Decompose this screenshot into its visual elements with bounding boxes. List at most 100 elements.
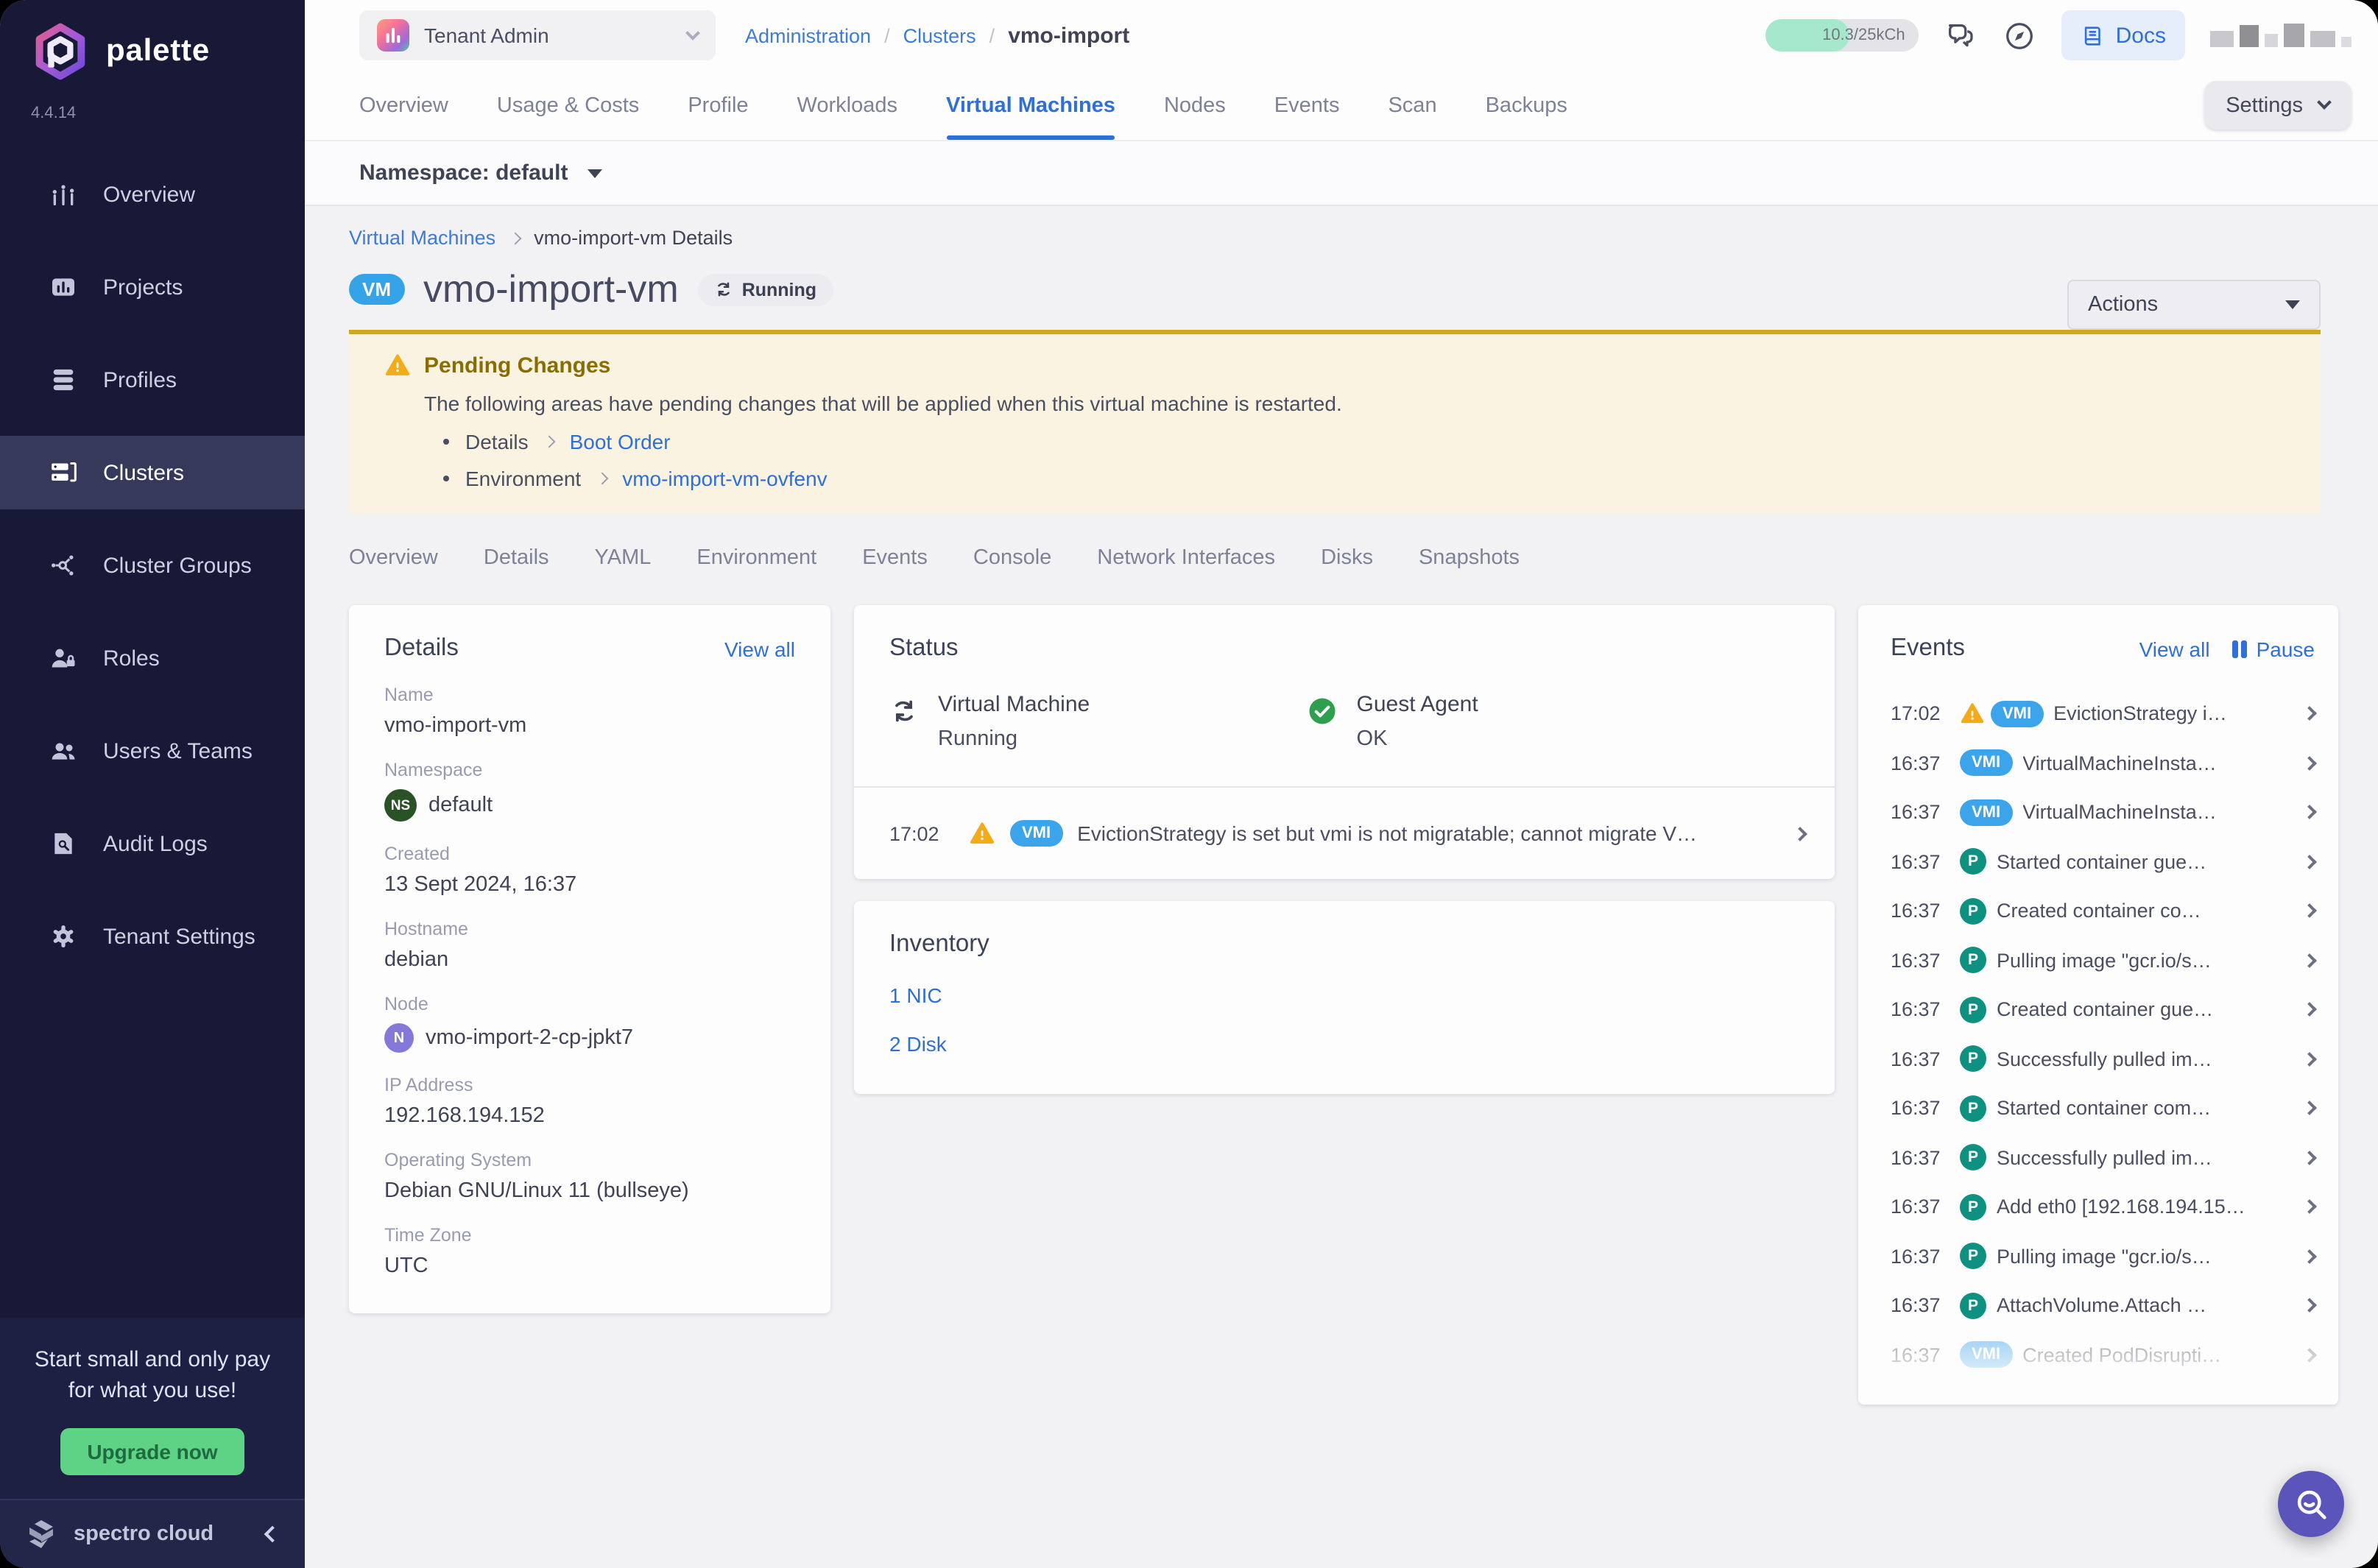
inventory-link-2-disk[interactable]: 2 Disk [889, 1032, 1799, 1056]
sidebar-item-profiles[interactable]: Profiles [0, 343, 305, 417]
detail-field-label: Namespace [384, 760, 795, 780]
palette-logo-icon [31, 22, 90, 81]
detail-field-text: vmo-import-vm [384, 714, 526, 738]
subtab-events[interactable]: Events [862, 546, 928, 570]
breadcrumb-virtual-machines-link[interactable]: Virtual Machines [349, 227, 495, 249]
subtab-snapshots[interactable]: Snapshots [1419, 546, 1520, 570]
sidebar-item-users-teams[interactable]: Users & Teams [0, 714, 305, 788]
vmi-badge: VMI [1991, 701, 2043, 727]
detail-field-namespace: Namespace NSdefault [384, 760, 795, 822]
middle-column: Status Virtual MachineRunningGuest Agent… [854, 605, 1835, 1094]
sidebar-item-tenant-settings[interactable]: Tenant Settings [0, 900, 305, 973]
settings-button[interactable]: Settings [2204, 81, 2351, 130]
event-row[interactable]: 16:37PSuccessfully pulled im… [1891, 1034, 2315, 1084]
events-pause-label: Pause [2257, 637, 2315, 660]
sidebar-item-projects[interactable]: Projects [0, 250, 305, 324]
stage: palette 4.4.14 OverviewProjectsProfilesC… [0, 0, 2378, 1568]
tab-workloads[interactable]: Workloads [797, 71, 897, 140]
compass-icon[interactable] [2003, 18, 2036, 52]
tab-overview[interactable]: Overview [359, 71, 448, 140]
event-row[interactable]: 16:37PAdd eth0 [192.168.194.15… [1891, 1182, 2315, 1232]
event-time: 16:37 [1891, 802, 1950, 824]
detail-field-label: Name [384, 685, 795, 705]
event-time: 17:02 [889, 822, 954, 844]
event-row[interactable]: 16:37VMIVirtualMachineInsta… [1891, 738, 2315, 788]
event-row[interactable]: 16:37VMICreated PodDisrupti… [1891, 1330, 2315, 1380]
subtab-overview[interactable]: Overview [349, 546, 438, 570]
refresh-icon [889, 696, 919, 726]
search-fab[interactable] [2278, 1471, 2344, 1537]
actions-dropdown[interactable]: Actions [2067, 280, 2321, 330]
detail-field-text: Debian GNU/Linux 11 (bullseye) [384, 1179, 689, 1203]
book-icon [2081, 23, 2106, 48]
event-row[interactable]: 16:37PCreated container gue… [1891, 985, 2315, 1034]
tab-backups[interactable]: Backups [1486, 71, 1567, 140]
subtab-disks[interactable]: Disks [1321, 546, 1373, 570]
topbar-right: 10.3/25kCh Docs [1765, 10, 2351, 60]
chat-icon[interactable] [1944, 18, 1977, 52]
sidebar-item-overview[interactable]: Overview [0, 158, 305, 231]
vmi-badge: VMI [1960, 750, 2012, 777]
sidebar-item-roles[interactable]: Roles [0, 621, 305, 695]
tab-events[interactable]: Events [1274, 71, 1340, 140]
tenant-selector[interactable]: Tenant Admin [359, 10, 716, 60]
docs-button[interactable]: Docs [2061, 10, 2185, 60]
status-item-virtual-machine: Virtual MachineRunning [889, 692, 1308, 751]
subtab-environment[interactable]: Environment [696, 546, 816, 570]
events-view-all-link[interactable]: View all [2139, 637, 2210, 660]
event-text: AttachVolume.Attach … [1997, 1295, 2294, 1317]
status-item-guest-agent: Guest AgentOK [1308, 692, 1727, 751]
tab-virtual-machines[interactable]: Virtual Machines [946, 71, 1115, 140]
event-row[interactable]: 16:37VMIVirtualMachineInsta… [1891, 788, 2315, 837]
pod-badge: P [1960, 1095, 1986, 1122]
tab-nodes[interactable]: Nodes [1164, 71, 1226, 140]
event-message: EvictionStrategy is set but vmi is not m… [1077, 822, 1780, 845]
chevron-right-icon [509, 232, 521, 244]
event-row[interactable]: 16:37PSuccessfully pulled im… [1891, 1133, 2315, 1182]
chevron-right-icon [2302, 805, 2317, 820]
event-row[interactable]: 17:02VMIEvictionStrategy i… [1891, 689, 2315, 738]
event-badges: VMI [1960, 799, 2012, 826]
chevron-right-icon [2302, 1200, 2317, 1215]
details-card: Details View all Namevmo-import-vmNamesp… [349, 605, 830, 1313]
details-view-all-link[interactable]: View all [724, 637, 795, 660]
detail-field-label: Operating System [384, 1150, 795, 1170]
tab-scan[interactable]: Scan [1388, 71, 1436, 140]
subtab-network-interfaces[interactable]: Network Interfaces [1097, 546, 1275, 570]
event-text: Started container com… [1997, 1098, 2294, 1120]
vm-title-row: VM vmo-import-vm Running [349, 266, 2343, 312]
event-row[interactable]: 16:37PStarted container gue… [1891, 837, 2315, 886]
status-event-row[interactable]: 17:02 VMI EvictionStrategy is set but vm… [854, 788, 1835, 879]
tab-usage-costs[interactable]: Usage & Costs [497, 71, 639, 140]
event-badges: VMI [1960, 750, 2012, 777]
sidebar-item-clusters[interactable]: Clusters [0, 436, 305, 509]
sidebar-item-cluster-groups[interactable]: Cluster Groups [0, 529, 305, 602]
event-text: Created container co… [1997, 900, 2294, 922]
subtab-console[interactable]: Console [973, 546, 1051, 570]
inventory-link-1-nic[interactable]: 1 NIC [889, 983, 1799, 1007]
caret-down-icon[interactable] [587, 169, 601, 177]
pending-change-link-vmo-import-vm-ovfenv[interactable]: vmo-import-vm-ovfenv [622, 467, 828, 490]
events-pause-button[interactable]: Pause [2232, 637, 2315, 660]
detail-field-value: NSdefault [384, 789, 795, 822]
breadcrumb-link-administration[interactable]: Administration [745, 24, 871, 46]
event-row[interactable]: 16:37PPulling image "gcr.io/s… [1891, 1232, 2315, 1281]
subtab-details[interactable]: Details [484, 546, 549, 570]
sidebar: palette 4.4.14 OverviewProjectsProfilesC… [0, 0, 305, 1568]
event-row[interactable]: 16:37PStarted container com… [1891, 1084, 2315, 1133]
subtab-yaml[interactable]: YAML [595, 546, 652, 570]
check-icon [1308, 696, 1338, 726]
upgrade-now-button[interactable]: Upgrade now [60, 1428, 244, 1475]
pending-change-link-boot-order[interactable]: Boot Order [570, 430, 671, 453]
event-row[interactable]: 16:37PAttachVolume.Attach … [1891, 1281, 2315, 1330]
event-row[interactable]: 16:37PPulling image "gcr.io/s… [1891, 936, 2315, 985]
breadcrumb-link-clusters[interactable]: Clusters [903, 24, 976, 46]
sidebar-collapse-button[interactable] [267, 1528, 278, 1540]
chevron-right-icon [2302, 756, 2317, 771]
detail-field-value: Debian GNU/Linux 11 (bullseye) [384, 1179, 795, 1203]
sidebar-item-audit-logs[interactable]: Audit Logs [0, 807, 305, 880]
tab-profile[interactable]: Profile [688, 71, 748, 140]
detail-field-ip-address: IP Address192.168.194.152 [384, 1075, 795, 1128]
event-row[interactable]: 16:37PCreated container co… [1891, 886, 2315, 936]
detail-field-created: Created13 Sept 2024, 16:37 [384, 844, 795, 897]
